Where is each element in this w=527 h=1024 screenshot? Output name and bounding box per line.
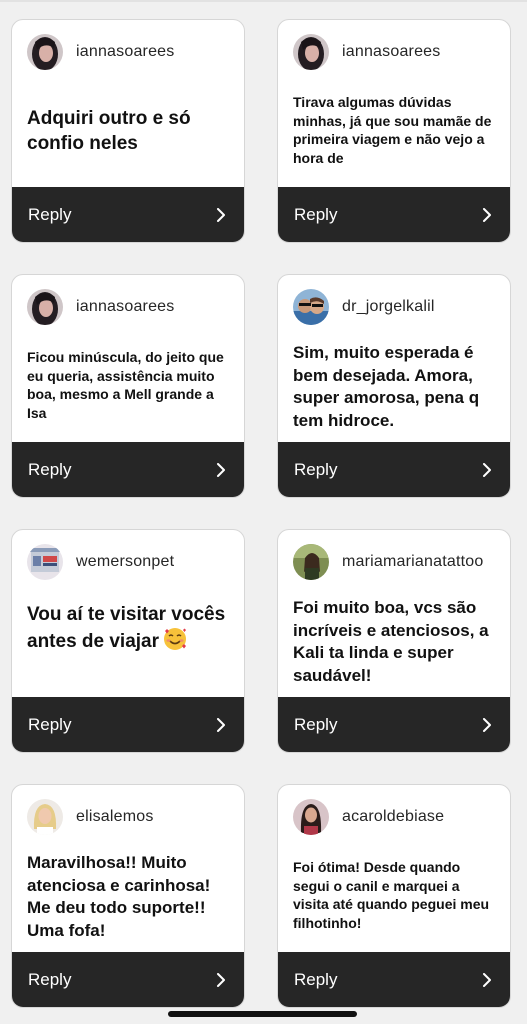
chevron-right-icon [214, 972, 228, 987]
comment-text: Adquiri outro e só confio neles [27, 108, 191, 154]
comment-text: Ficou minúscula, do jeito que eu queria,… [27, 349, 224, 421]
blonde-woman-avatar[interactable] [27, 799, 63, 835]
reply-label: Reply [294, 969, 338, 989]
comment-text: Foi muito boa, vcs são incríveis e atenc… [293, 598, 489, 685]
chevron-right-icon [480, 972, 494, 987]
username[interactable]: elisalemos [76, 808, 154, 826]
username[interactable]: iannasoarees [76, 298, 174, 316]
woman-dark-hair-avatar[interactable] [27, 34, 63, 70]
couple-sunglasses-avatar[interactable] [293, 289, 329, 325]
reply-label: Reply [28, 459, 72, 479]
reply-label: Reply [294, 714, 338, 734]
comment-card: iannasoarees Ficou minúscula, do jeito q… [11, 274, 245, 498]
username[interactable]: wemersonpet [76, 553, 174, 571]
username[interactable]: iannasoarees [342, 43, 440, 61]
storefront-avatar[interactable] [27, 544, 63, 580]
comment-text: Tirava algumas dúvidas minhas, já que so… [293, 94, 492, 166]
comment-text: Maravilhosa!! Muito atenciosa e carinhos… [27, 853, 211, 940]
reply-button[interactable]: Reply [278, 187, 510, 242]
comment-grid: iannasoarees Adquiri outro e só confio n… [0, 0, 527, 1024]
card-header: iannasoarees [293, 33, 440, 71]
comment-card: mariamarianatattoo Foi muito boa, vcs sã… [277, 529, 511, 753]
reply-button[interactable]: Reply [12, 187, 244, 242]
card-header: iannasoarees [27, 33, 174, 71]
comment-card: elisalemos Maravilhosa!! Muito atenciosa… [11, 784, 245, 1008]
comment-card: iannasoarees Adquiri outro e só confio n… [11, 19, 245, 243]
card-header: dr_jorgelkalil [293, 288, 435, 326]
username[interactable]: iannasoarees [76, 43, 174, 61]
reply-label: Reply [294, 204, 338, 224]
card-header: elisalemos [27, 798, 154, 836]
username[interactable]: dr_jorgelkalil [342, 298, 435, 316]
woman-dark-hair-avatar[interactable] [27, 289, 63, 325]
chevron-right-icon [480, 462, 494, 477]
reply-button[interactable]: Reply [12, 697, 244, 752]
card-header: mariamarianatattoo [293, 543, 483, 581]
card-header: wemersonpet [27, 543, 174, 581]
woman-outdoors-avatar[interactable] [293, 544, 329, 580]
chevron-right-icon [480, 717, 494, 732]
reply-label: Reply [28, 714, 72, 734]
comment-text: Foi ótima! Desde quando segui o canil e … [293, 859, 490, 931]
card-header: iannasoarees [27, 288, 174, 326]
reply-button[interactable]: Reply [278, 697, 510, 752]
home-indicator[interactable] [168, 1011, 357, 1017]
comment-body: Vou aí te visitar vocês antes de viajar [27, 604, 226, 652]
comment-card: iannasoarees Tirava algumas dúvidas minh… [277, 19, 511, 243]
reply-label: Reply [28, 969, 72, 989]
comment-card: acaroldebiase Foi ótima! Desde quando se… [277, 784, 511, 1008]
username[interactable]: mariamarianatattoo [342, 553, 483, 571]
woman-long-hair-avatar[interactable] [293, 799, 329, 835]
reply-button[interactable]: Reply [12, 442, 244, 497]
comment-card: dr_jorgelkalil Sim, muito esperada é bem… [277, 274, 511, 498]
chevron-right-icon [480, 207, 494, 222]
reply-label: Reply [28, 204, 72, 224]
comment-text: Sim, muito esperada é bem desejada. Amor… [293, 343, 480, 430]
reply-label: Reply [294, 459, 338, 479]
reply-button[interactable]: Reply [278, 442, 510, 497]
reply-button[interactable]: Reply [12, 952, 244, 1007]
smiling-face-with-hearts-icon [163, 627, 187, 651]
woman-dark-hair-avatar[interactable] [293, 34, 329, 70]
chevron-right-icon [214, 717, 228, 732]
comment-card: wemersonpet Vou aí te visitar vocês ante… [11, 529, 245, 753]
reply-button[interactable]: Reply [278, 952, 510, 1007]
comment-text: Vou aí te visitar vocês antes de viajar [27, 602, 232, 654]
card-header: acaroldebiase [293, 798, 444, 836]
username[interactable]: acaroldebiase [342, 808, 444, 826]
chevron-right-icon [214, 207, 228, 222]
chevron-right-icon [214, 462, 228, 477]
